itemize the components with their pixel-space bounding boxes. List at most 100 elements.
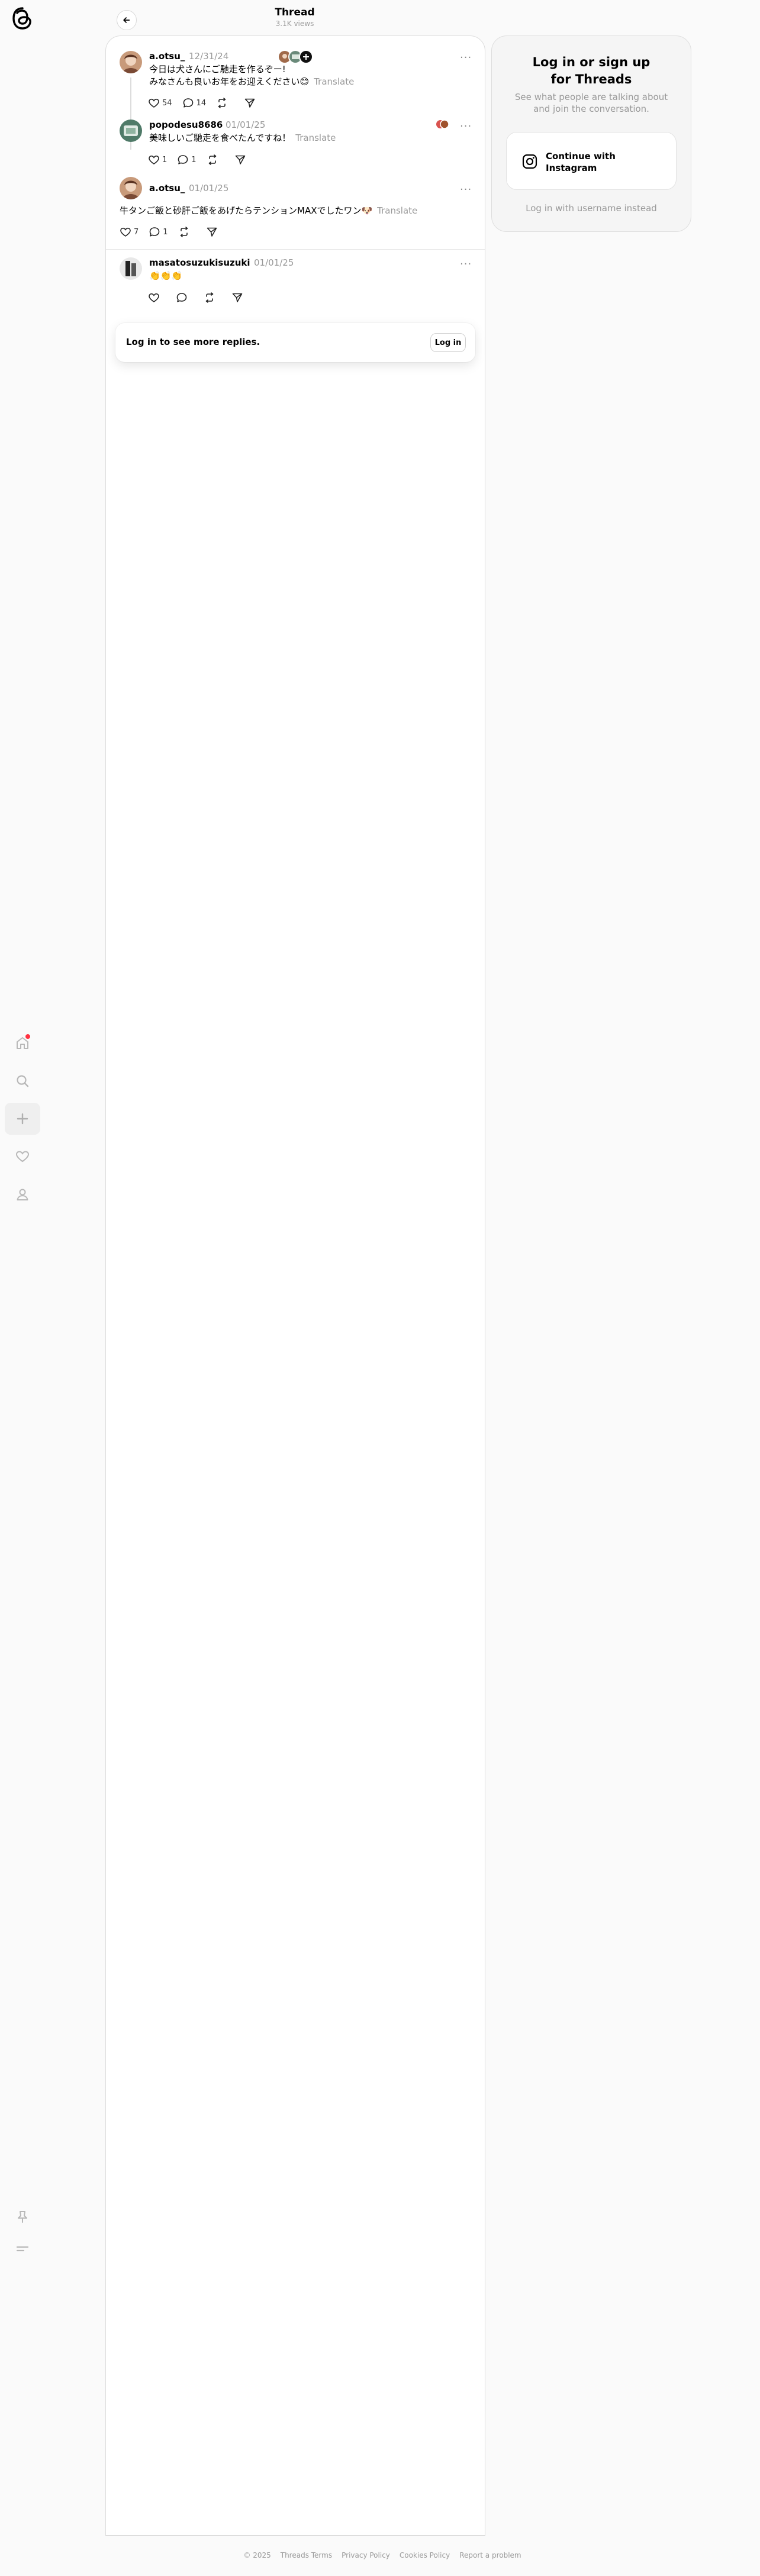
share-button[interactable] xyxy=(206,226,224,238)
avatar[interactable] xyxy=(120,177,142,199)
send-icon xyxy=(244,98,255,108)
heart-icon xyxy=(149,293,159,302)
nav-create[interactable] xyxy=(5,1103,40,1135)
reply-button[interactable]: 14 xyxy=(182,97,207,109)
view-count: 3.1K views xyxy=(275,20,314,28)
username-login-link[interactable]: Log in with username instead xyxy=(492,203,691,214)
heart-icon xyxy=(149,98,159,108)
divider xyxy=(106,249,485,250)
login-prompt-card: Log in to see more replies. Log in xyxy=(115,323,475,362)
footer-privacy-link[interactable]: Privacy Policy xyxy=(342,2551,390,2559)
like-count: 7 xyxy=(134,227,139,237)
nav-menu[interactable] xyxy=(5,2233,40,2265)
post-username[interactable]: masatosuzukisuzuki xyxy=(149,257,250,268)
post-text-line: 牛タンご飯と砂肝ご飯をあげたらテンションMAXでしたワン🐶 Translate xyxy=(120,205,417,217)
reply-button[interactable]: 1 xyxy=(149,226,168,238)
post-date[interactable]: 01/01/25 xyxy=(226,120,265,130)
footer-terms-link[interactable]: Threads Terms xyxy=(281,2551,332,2559)
translate-link[interactable]: Translate xyxy=(314,76,354,87)
reply-count: 14 xyxy=(196,98,207,108)
thread-column: a.otsu_ 12/31/24 ··· 今日は犬さんにご馳走を作るぞー! みな… xyxy=(105,35,485,2536)
pin-icon xyxy=(18,2211,27,2223)
like-count: 54 xyxy=(162,98,172,108)
sidebar xyxy=(0,0,45,2576)
heart-icon xyxy=(15,1151,30,1163)
nav-pin[interactable] xyxy=(5,2201,40,2233)
notification-dot xyxy=(25,1034,30,1039)
comment-icon xyxy=(149,227,160,237)
footer-cookies-link[interactable]: Cookies Policy xyxy=(400,2551,450,2559)
comment-icon xyxy=(183,98,193,108)
like-button[interactable] xyxy=(148,292,166,304)
post-text: 美味しいご馳走を食べたんですね！ xyxy=(149,133,291,143)
nav-activity[interactable] xyxy=(5,1141,40,1173)
footer: © 2025 Threads Terms Privacy Policy Cook… xyxy=(243,2551,521,2559)
reply-avatars[interactable] xyxy=(278,50,313,64)
back-button[interactable] xyxy=(117,10,137,30)
avatar[interactable] xyxy=(120,257,142,280)
login-prompt-message: Log in to see more replies. xyxy=(126,337,260,347)
signup-subtitle: See what people are talking about and jo… xyxy=(514,92,668,114)
reply-button[interactable]: 1 xyxy=(177,154,197,166)
post-text: 👏👏👏 xyxy=(149,270,183,281)
translate-link[interactable]: Translate xyxy=(295,133,336,143)
send-icon xyxy=(232,293,243,302)
post-date[interactable]: 12/31/24 xyxy=(189,51,228,62)
more-options-icon[interactable]: ··· xyxy=(460,185,472,195)
repost-button[interactable] xyxy=(178,226,196,238)
send-icon xyxy=(207,227,217,237)
menu-icon xyxy=(16,2246,29,2252)
share-button[interactable] xyxy=(234,154,252,166)
more-options-icon[interactable]: ··· xyxy=(460,121,472,132)
repost-icon xyxy=(218,98,226,108)
post-username[interactable]: popodesu8686 xyxy=(149,120,223,130)
continue-with-instagram-button[interactable]: Continue with Instagram xyxy=(506,132,677,190)
liked-by-avatars[interactable] xyxy=(435,120,449,129)
comment-icon xyxy=(176,293,187,302)
signup-panel: Log in or sign up for Threads See what p… xyxy=(491,35,691,232)
share-button[interactable] xyxy=(244,97,262,109)
post-date[interactable]: 01/01/25 xyxy=(254,257,294,268)
post-username[interactable]: a.otsu_ xyxy=(149,183,185,193)
share-button[interactable] xyxy=(231,292,249,304)
post-username[interactable]: a.otsu_ xyxy=(149,51,185,62)
post-text-line2: みなさんも良いお年をお迎えください😊 Translate xyxy=(149,76,355,87)
comment-icon xyxy=(178,155,188,164)
send-icon xyxy=(235,155,245,164)
avatar[interactable] xyxy=(120,120,142,142)
like-button[interactable]: 1 xyxy=(148,154,167,166)
arrow-left-icon xyxy=(123,17,130,23)
avatar[interactable] xyxy=(120,51,142,73)
heart-icon xyxy=(149,155,159,164)
post-text: 牛タンご飯と砂肝ご飯をあげたらテンションMAXでしたワン🐶 xyxy=(120,205,373,216)
post-date[interactable]: 01/01/25 xyxy=(189,183,228,193)
repost-button[interactable] xyxy=(204,292,221,304)
repost-icon xyxy=(208,154,216,165)
reply-button[interactable] xyxy=(176,292,194,304)
repost-icon xyxy=(205,292,214,303)
repost-button[interactable] xyxy=(216,97,234,109)
footer-report-link[interactable]: Report a problem xyxy=(459,2551,521,2559)
login-button[interactable]: Log in xyxy=(430,333,466,352)
footer-copyright: © 2025 xyxy=(243,2551,271,2559)
nav-home[interactable] xyxy=(5,1027,40,1059)
more-options-icon[interactable]: ··· xyxy=(460,53,472,63)
post-actions: 7 1 xyxy=(120,224,234,240)
heart-icon xyxy=(120,227,131,237)
post-text-line: 美味しいご馳走を食べたんですね！ Translate xyxy=(149,132,336,144)
translate-link[interactable]: Translate xyxy=(377,205,417,216)
like-button[interactable]: 54 xyxy=(148,97,172,109)
post-actions: 54 14 xyxy=(148,95,272,111)
nav-profile[interactable] xyxy=(5,1179,40,1210)
search-icon xyxy=(17,1075,29,1087)
reply-count: 1 xyxy=(163,227,168,237)
plus-icon xyxy=(17,1113,28,1125)
like-count: 1 xyxy=(162,155,168,164)
like-button[interactable]: 7 xyxy=(120,226,139,238)
nav-search[interactable] xyxy=(5,1065,40,1097)
repost-button[interactable] xyxy=(207,154,224,166)
instagram-button-label: Continue with Instagram xyxy=(546,151,616,173)
threads-logo-icon[interactable] xyxy=(11,6,34,31)
more-options-icon[interactable]: ··· xyxy=(460,259,472,270)
page-title: Thread xyxy=(275,7,315,18)
